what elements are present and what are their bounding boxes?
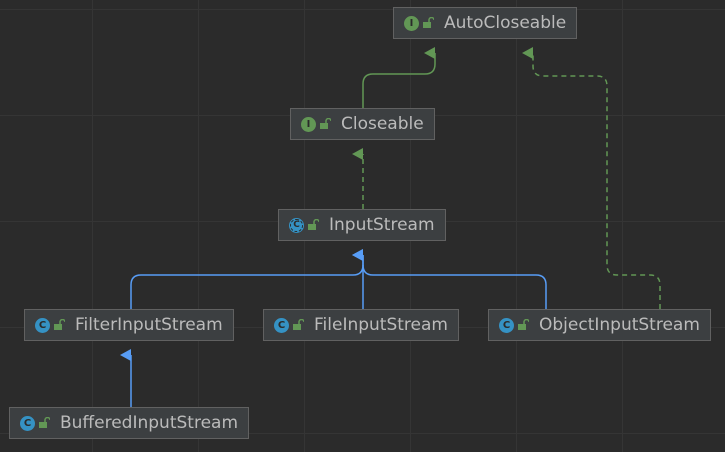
lock-icon — [293, 319, 304, 330]
class-icon: C — [35, 317, 50, 333]
node-label: FileInputStream — [314, 315, 448, 335]
lock-icon — [423, 17, 434, 28]
edge-closeable-autocloseable — [362, 47, 436, 108]
node-label: AutoCloseable — [444, 13, 567, 33]
lock-icon — [518, 319, 529, 330]
interface-icon: I — [404, 15, 419, 31]
interface-icon: I — [301, 116, 316, 132]
edge-objectinputstream-inputstream — [362, 264, 547, 309]
node-autocloseable[interactable]: I AutoCloseable — [393, 7, 578, 39]
lock-icon — [308, 219, 319, 230]
class-icon: C — [20, 415, 35, 431]
lock-icon — [39, 417, 50, 428]
node-label: Closeable — [341, 114, 424, 134]
node-label: InputStream — [329, 215, 435, 235]
class-icon: C — [274, 317, 289, 333]
lock-icon — [320, 118, 331, 129]
node-label: BufferedInputStream — [60, 413, 239, 433]
node-bufferedinputstream[interactable]: C BufferedInputStream — [9, 407, 250, 439]
edge-filterinputstream-inputstream — [130, 249, 364, 309]
node-closeable[interactable]: I Closeable — [290, 108, 435, 140]
node-label: ObjectInputStream — [539, 315, 700, 335]
class-icon: C — [499, 317, 514, 333]
lock-icon — [54, 319, 65, 330]
node-objectinputstream[interactable]: C ObjectInputStream — [488, 309, 711, 341]
abstract-class-icon: C — [289, 217, 304, 233]
edge-objectinputstream-autocloseable — [522, 47, 661, 309]
node-inputstream[interactable]: C InputStream — [278, 209, 446, 241]
node-label: FilterInputStream — [75, 315, 223, 335]
node-filterinputstream[interactable]: C FilterInputStream — [24, 309, 234, 341]
node-fileinputstream[interactable]: C FileInputStream — [263, 309, 459, 341]
